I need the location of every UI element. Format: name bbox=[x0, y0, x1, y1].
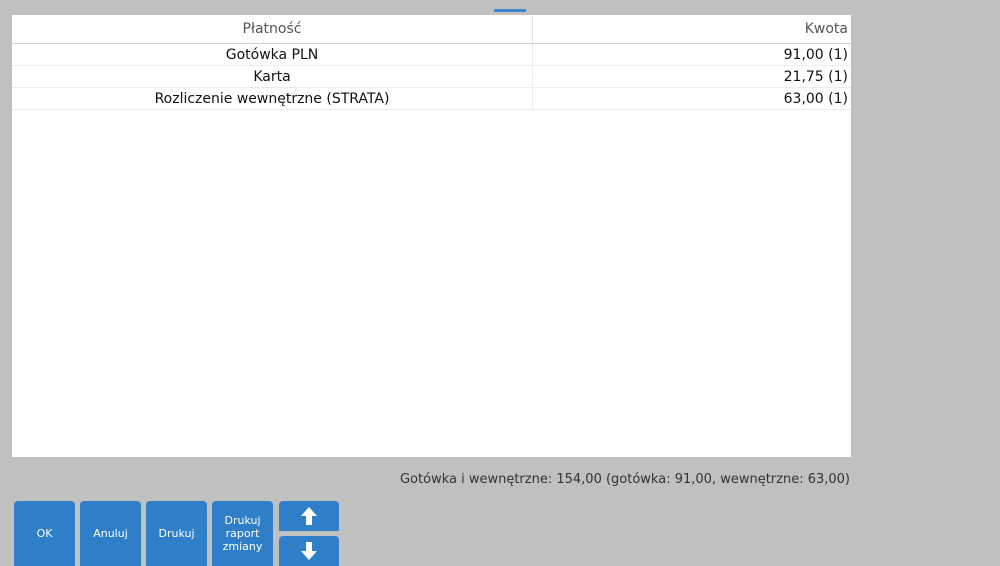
payment-cell: Gotówka PLN bbox=[12, 43, 533, 66]
ok-button-label: OK bbox=[36, 527, 53, 540]
amount-cell: 91,00 (1) bbox=[532, 43, 851, 66]
payment-cell: Rozliczenie wewnętrzne (STRATA) bbox=[12, 87, 533, 110]
table-row[interactable]: Rozliczenie wewnętrzne (STRATA) 63,00 (1… bbox=[12, 87, 851, 110]
column-header-payment[interactable]: Płatność bbox=[12, 15, 533, 44]
print-shift-report-button-label: Drukuj raport zmiany bbox=[222, 514, 263, 553]
arrow-up-icon bbox=[301, 507, 317, 525]
top-tab-indicator bbox=[494, 9, 526, 12]
payment-cell: Karta bbox=[12, 65, 533, 88]
payments-table-panel: Płatność Kwota Gotówka PLN 91,00 (1) Kar… bbox=[12, 15, 851, 457]
scroll-down-button[interactable] bbox=[279, 536, 339, 566]
print-button[interactable]: Drukuj bbox=[146, 501, 207, 566]
totals-summary: Gotówka i wewnętrzne: 154,00 (gotówka: 9… bbox=[399, 472, 850, 487]
amount-cell: 21,75 (1) bbox=[532, 65, 851, 88]
print-button-label: Drukuj bbox=[158, 527, 195, 540]
cancel-button[interactable]: Anuluj bbox=[80, 501, 141, 566]
payments-table: Płatność Kwota Gotówka PLN 91,00 (1) Kar… bbox=[12, 15, 851, 110]
table-header-row: Płatność Kwota bbox=[12, 15, 851, 44]
cancel-button-label: Anuluj bbox=[93, 527, 128, 540]
column-header-amount[interactable]: Kwota bbox=[532, 15, 851, 44]
table-row[interactable]: Gotówka PLN 91,00 (1) bbox=[12, 43, 851, 66]
ok-button[interactable]: OK bbox=[14, 501, 75, 566]
table-row[interactable]: Karta 21,75 (1) bbox=[12, 65, 851, 88]
amount-cell: 63,00 (1) bbox=[532, 87, 851, 110]
print-shift-report-button[interactable]: Drukuj raport zmiany bbox=[212, 501, 273, 566]
scroll-up-button[interactable] bbox=[279, 501, 339, 531]
arrow-down-icon bbox=[301, 542, 317, 560]
